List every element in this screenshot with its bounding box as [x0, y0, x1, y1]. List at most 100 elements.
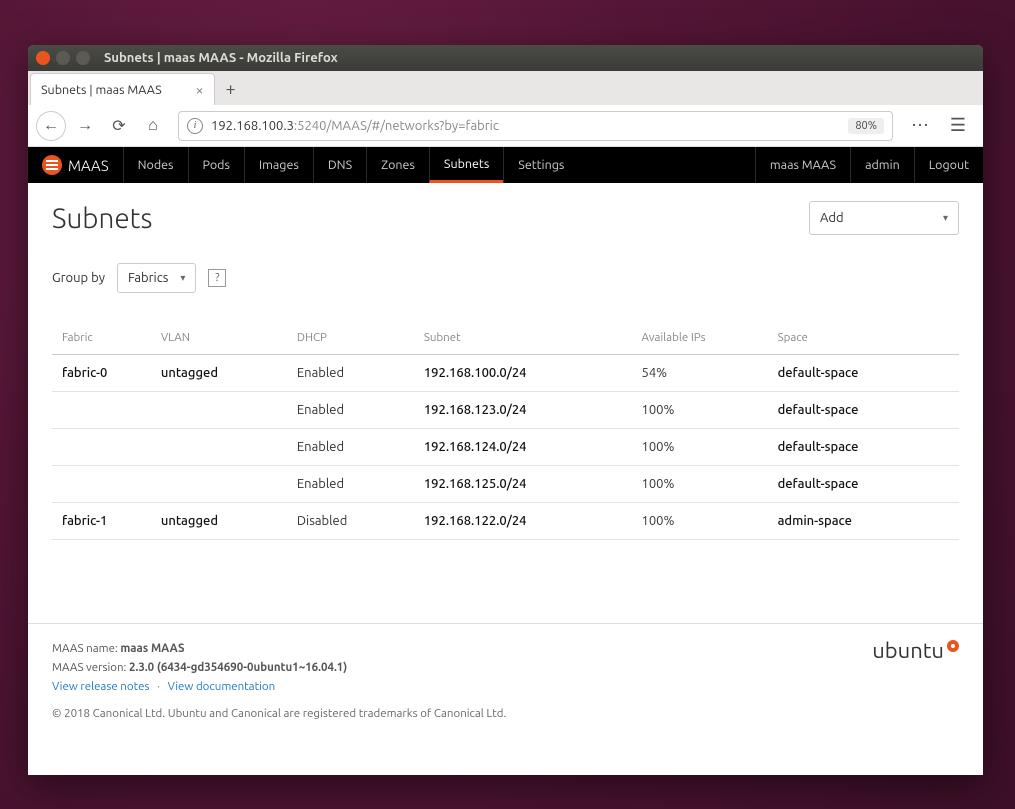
subnets-table: Fabric VLAN DHCP Subnet Available IPs Sp…: [52, 323, 959, 540]
cell-fabric[interactable]: fabric-1: [52, 503, 161, 540]
cell-fabric[interactable]: fabric-0: [52, 355, 161, 392]
cell-fabric: [52, 466, 161, 503]
chevron-down-icon: ▾: [943, 212, 948, 224]
footer-name-label: MAAS name:: [52, 642, 118, 655]
cell-vlan: [161, 466, 297, 503]
cell-subnet[interactable]: 192.168.100.0/24: [424, 355, 642, 392]
maas-primary-nav: NodesPodsImagesDNSZonesSubnetsSettings: [123, 147, 579, 183]
table-header-row: Fabric VLAN DHCP Subnet Available IPs Sp…: [52, 323, 959, 355]
browser-tab-label: Subnets | maas MAAS: [41, 83, 162, 97]
page-actions-button[interactable]: ⋯: [903, 111, 937, 141]
cell-space[interactable]: default-space: [778, 392, 959, 429]
cell-avail: 100%: [642, 392, 778, 429]
cell-avail: 54%: [642, 355, 778, 392]
firefox-window: Subnets | maas MAAS - Mozilla Firefox Su…: [28, 45, 983, 775]
user-link[interactable]: admin: [850, 147, 914, 183]
cell-dhcp: Enabled: [297, 355, 424, 392]
ubuntu-text: ubuntu: [872, 638, 944, 663]
page-head: Subnets Add ▾: [52, 201, 959, 235]
cell-vlan: [161, 429, 297, 466]
documentation-link[interactable]: View documentation: [168, 680, 276, 693]
window-titlebar: Subnets | maas MAAS - Mozilla Firefox: [28, 45, 983, 71]
footer-name-value: maas MAAS: [120, 642, 184, 655]
url-host: 192.168.100.3: [211, 119, 294, 133]
tab-close-icon[interactable]: ×: [196, 82, 204, 98]
footer-name-line: MAAS name: maas MAAS: [52, 642, 959, 655]
cell-subnet[interactable]: 192.168.125.0/24: [424, 466, 642, 503]
cell-dhcp: Enabled: [297, 392, 424, 429]
cell-subnet[interactable]: 192.168.122.0/24: [424, 503, 642, 540]
col-avail: Available IPs: [642, 323, 778, 355]
cell-space[interactable]: admin-space: [778, 503, 959, 540]
footer-version-line: MAAS version: 2.3.0 (6434-gd354690-0ubun…: [52, 661, 959, 674]
page-title: Subnets: [52, 203, 152, 234]
maas-footer: MAAS name: maas MAAS MAAS version: 2.3.0…: [28, 623, 983, 744]
group-by-row: Group by Fabrics ▾ ?: [52, 263, 959, 293]
site-info-icon[interactable]: i: [187, 118, 203, 134]
nav-item-images[interactable]: Images: [244, 147, 313, 183]
nav-item-pods[interactable]: Pods: [188, 147, 244, 183]
release-notes-link[interactable]: View release notes: [52, 680, 149, 693]
nav-item-zones[interactable]: Zones: [366, 147, 429, 183]
col-subnet: Subnet: [424, 323, 642, 355]
cell-vlan[interactable]: untagged: [161, 355, 297, 392]
org-link[interactable]: maas MAAS: [755, 147, 850, 183]
cell-avail: 100%: [642, 503, 778, 540]
cell-space[interactable]: default-space: [778, 466, 959, 503]
group-by-value: Fabrics: [128, 271, 168, 285]
nav-home-button[interactable]: ⌂: [138, 111, 168, 141]
window-minimize-icon[interactable]: [56, 51, 70, 65]
nav-reload-button[interactable]: ⟳: [104, 111, 134, 141]
nav-forward-button[interactable]: →: [70, 111, 100, 141]
cell-subnet[interactable]: 192.168.124.0/24: [424, 429, 642, 466]
col-fabric: Fabric: [52, 323, 161, 355]
table-row: Enabled192.168.123.0/24100%default-space: [52, 392, 959, 429]
window-close-icon[interactable]: [36, 51, 50, 65]
col-dhcp: DHCP: [297, 323, 424, 355]
cell-vlan[interactable]: untagged: [161, 503, 297, 540]
cell-space[interactable]: default-space: [778, 355, 959, 392]
page-viewport: MAAS NodesPodsImagesDNSZonesSubnetsSetti…: [28, 147, 983, 775]
cell-fabric: [52, 429, 161, 466]
table-row: fabric-0untaggedEnabled192.168.100.0/245…: [52, 355, 959, 392]
url-bar[interactable]: i 192.168.100.3:5240/MAAS/#/networks?by=…: [178, 111, 893, 141]
maas-logo[interactable]: MAAS: [28, 147, 123, 183]
nav-back-button[interactable]: ←: [36, 111, 66, 141]
ubuntu-logo: ubuntu: [872, 638, 959, 663]
maas-logo-icon: [42, 155, 62, 175]
url-path: :5240/MAAS/#/networks?by=fabric: [294, 119, 499, 133]
logout-link[interactable]: Logout: [914, 147, 983, 183]
col-vlan: VLAN: [161, 323, 297, 355]
table-row: Enabled192.168.125.0/24100%default-space: [52, 466, 959, 503]
chevron-down-icon: ▾: [180, 272, 185, 284]
cell-dhcp: Disabled: [297, 503, 424, 540]
add-dropdown[interactable]: Add ▾: [809, 201, 959, 235]
nav-item-dns[interactable]: DNS: [313, 147, 366, 183]
ubuntu-circle-icon: [947, 640, 959, 652]
cell-space[interactable]: default-space: [778, 429, 959, 466]
nav-item-settings[interactable]: Settings: [503, 147, 578, 183]
cell-fabric: [52, 392, 161, 429]
footer-version-value: 2.3.0 (6434-gd354690-0ubuntu1~16.04.1): [129, 661, 347, 674]
cell-dhcp: Enabled: [297, 466, 424, 503]
table-row: Enabled192.168.124.0/24100%default-space: [52, 429, 959, 466]
nav-item-subnets[interactable]: Subnets: [429, 147, 503, 183]
browser-toolbar: ← → ⟳ ⌂ i 192.168.100.3:5240/MAAS/#/netw…: [28, 105, 983, 147]
footer-links: View release notes · View documentation: [52, 680, 959, 693]
cell-subnet[interactable]: 192.168.123.0/24: [424, 392, 642, 429]
group-by-select[interactable]: Fabrics ▾: [117, 263, 196, 293]
footer-version-label: MAAS version:: [52, 661, 126, 674]
window-maximize-icon[interactable]: [76, 51, 90, 65]
hamburger-menu-button[interactable]: ☰: [941, 111, 975, 141]
nav-item-nodes[interactable]: Nodes: [123, 147, 188, 183]
zoom-badge[interactable]: 80%: [848, 118, 884, 134]
cell-avail: 100%: [642, 466, 778, 503]
new-tab-button[interactable]: +: [215, 73, 247, 105]
add-dropdown-label: Add: [820, 211, 844, 225]
maas-header: MAAS NodesPodsImagesDNSZonesSubnetsSetti…: [28, 147, 983, 183]
browser-tabstrip: Subnets | maas MAAS × +: [28, 71, 983, 105]
cell-dhcp: Enabled: [297, 429, 424, 466]
maas-user-nav: maas MAAS admin Logout: [755, 147, 983, 183]
help-icon[interactable]: ?: [208, 269, 226, 287]
browser-tab[interactable]: Subnets | maas MAAS ×: [30, 73, 215, 105]
